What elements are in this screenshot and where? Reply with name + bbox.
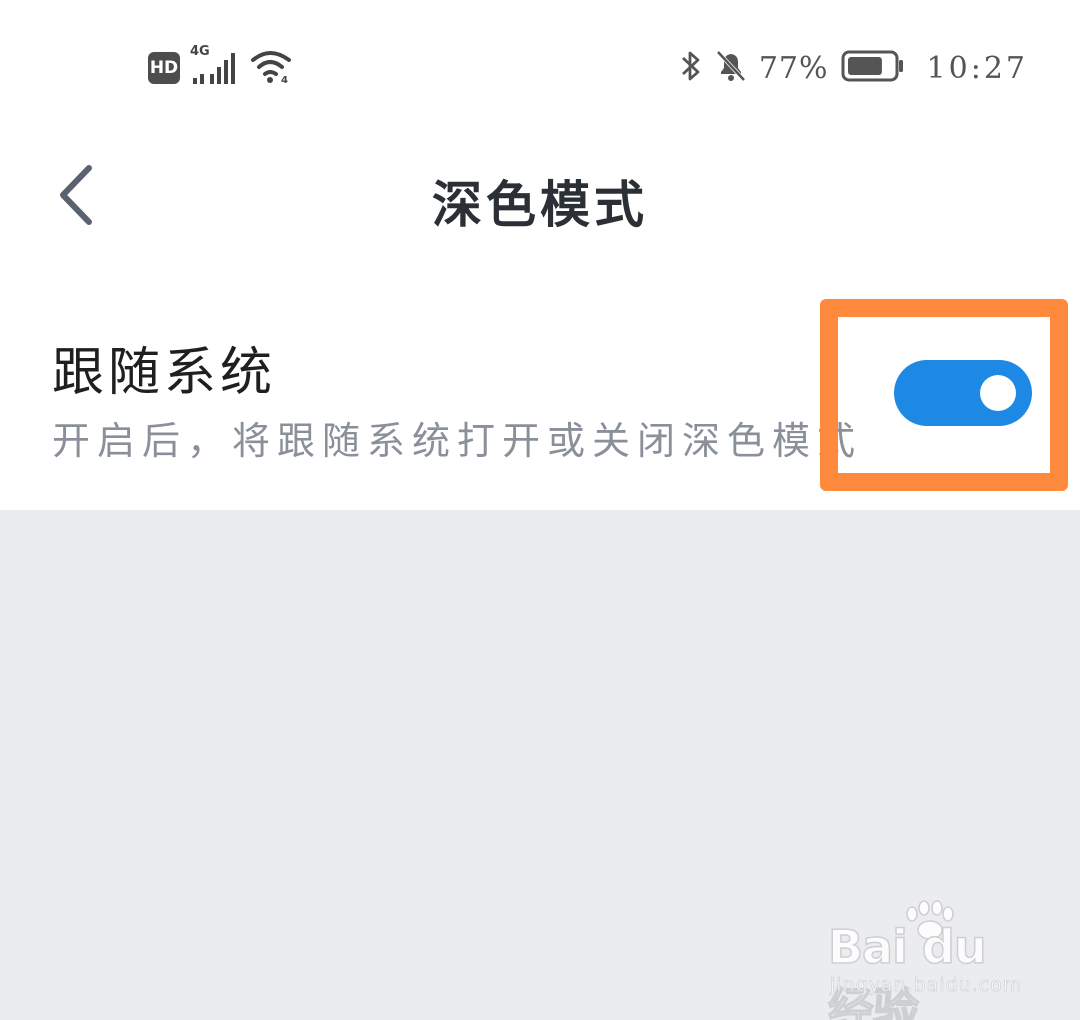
- page-title: 深色模式: [432, 175, 648, 234]
- battery-percent: 77%: [758, 50, 829, 86]
- setting-description: 开启后，将跟随系统打开或关闭深色模式: [52, 419, 863, 463]
- setting-row-follow-system: 跟随系统 开启后，将跟随系统打开或关闭深色模式: [0, 290, 1080, 510]
- status-bar-left: HD 4G 4: [148, 44, 294, 90]
- clock: 10:27: [926, 50, 1028, 86]
- wifi-icon: 4: [250, 48, 294, 88]
- hd-icon: HD: [148, 52, 180, 84]
- setting-title: 跟随系统: [52, 343, 277, 403]
- bell-off-icon: [715, 48, 747, 88]
- baidu-jingyan-watermark: Bai du 经验 jingyan.baidu.com: [827, 900, 1028, 1020]
- bluetooth-icon: [679, 48, 703, 88]
- toggle-knob: [980, 375, 1016, 411]
- svg-text:4: 4: [281, 75, 288, 84]
- follow-system-toggle[interactable]: [894, 360, 1032, 426]
- status-bar-right: 77% 10:27: [679, 46, 1028, 90]
- signal-icon: 4G: [190, 44, 240, 86]
- network-type-label: 4G: [190, 44, 210, 59]
- title-bar: 深色模式: [0, 135, 1080, 260]
- battery-icon: [841, 48, 905, 88]
- screen: HD 4G 4 77% 10:27 深色模式 跟随系统 开启后，将跟随系统打开或…: [0, 0, 1080, 1020]
- status-bar: HD 4G 4 77% 10:27: [0, 0, 1080, 135]
- watermark-url: jingyan.baidu.com: [830, 974, 1023, 997]
- watermark-brand: Bai du 经验: [827, 919, 987, 1020]
